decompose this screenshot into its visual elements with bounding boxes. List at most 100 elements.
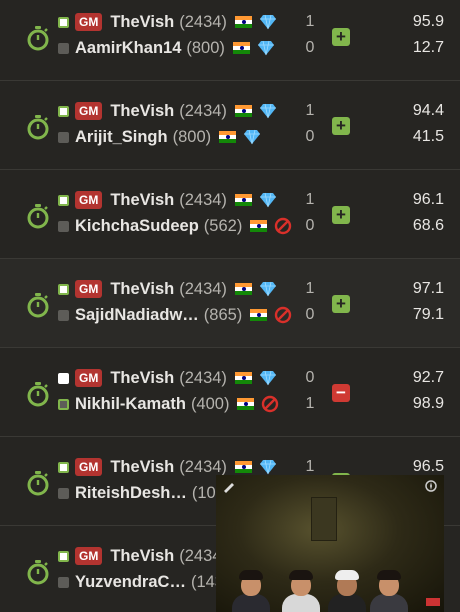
player-rating: (800) <box>186 38 225 57</box>
player-name[interactable]: TheVish <box>110 547 174 566</box>
piece-color-square <box>58 42 69 54</box>
ban-icon <box>262 395 279 413</box>
game-row[interactable]: GM TheVish (2434) 1 95.9 AamirKhan14 (800) 0 12.… <box>0 0 460 81</box>
diamond-icon <box>244 129 261 145</box>
bottom-player[interactable]: YuzvendraC… (143 <box>58 570 224 594</box>
game-row[interactable]: GM TheVish (2434) 1 96.1 KichchaSudeep (562) 0 6… <box>0 170 460 259</box>
title-badge: GM <box>75 191 103 209</box>
piece-color-square <box>58 487 69 499</box>
piece-color-square <box>58 461 69 473</box>
india-flag-icon <box>250 309 268 321</box>
game-score: 0 <box>305 369 315 386</box>
piece-color-square <box>58 105 69 117</box>
india-flag-icon <box>219 131 237 143</box>
diamond-icon <box>259 370 276 386</box>
game-score: 0 <box>305 217 315 234</box>
top-player[interactable]: GM TheVish (2434) <box>58 188 277 212</box>
diamond-icon <box>259 459 276 475</box>
bottom-player[interactable]: KichchaSudeep (562) <box>58 214 292 238</box>
plus-icon: + <box>332 295 350 313</box>
game-score: 1 <box>305 458 315 475</box>
diamond-icon <box>257 40 274 56</box>
accuracy-value: 97.1 <box>412 280 444 297</box>
india-flag-icon <box>232 42 250 54</box>
stopwatch-icon <box>27 293 49 318</box>
plus-icon: + <box>332 117 350 135</box>
ban-icon <box>275 217 292 235</box>
accuracy-value: 94.4 <box>412 102 444 119</box>
top-player[interactable]: GM TheVish (2434) <box>58 10 277 34</box>
webcam-overlay <box>216 475 444 612</box>
player-name[interactable]: TheVish <box>110 102 174 121</box>
title-badge: GM <box>75 13 103 31</box>
bottom-player[interactable]: SajidNadiadw… (865) <box>58 303 292 327</box>
player-name[interactable]: TheVish <box>110 13 174 32</box>
game-score: 1 <box>305 13 315 30</box>
piece-color-square <box>58 372 69 384</box>
game-row[interactable]: GM TheVish (2434) 1 94.4 Arijit_Singh (800) 0 41… <box>0 81 460 170</box>
stopwatch-icon <box>27 471 49 496</box>
player-name[interactable]: Arijit_Singh <box>75 128 168 147</box>
bottom-player[interactable]: Nikhil-Kamath (400) <box>58 392 279 416</box>
game-score: 0 <box>305 128 315 145</box>
diamond-icon <box>259 192 276 208</box>
player-rating: (2434) <box>179 279 227 298</box>
piece-color-square <box>58 16 69 28</box>
video-doorway <box>311 497 337 541</box>
game-row[interactable]: GM TheVish (2434) 1 97.1 SajidNadiadw… (865) 0 7… <box>0 259 460 348</box>
player-name[interactable]: RiteishDesh… <box>75 484 187 503</box>
piece-color-square <box>58 398 69 410</box>
player-name[interactable]: TheVish <box>110 369 174 388</box>
game-score: 1 <box>305 191 315 208</box>
player-name[interactable]: TheVish <box>110 280 174 299</box>
piece-color-square <box>58 194 69 206</box>
game-score: 1 <box>305 280 315 297</box>
minus-icon: − <box>332 384 350 402</box>
plus-icon: + <box>332 28 350 46</box>
player-name[interactable]: TheVish <box>110 458 174 477</box>
player-name[interactable]: AamirKhan14 <box>75 39 181 58</box>
accuracy-value: 96.5 <box>412 458 444 475</box>
player-name[interactable]: Nikhil-Kamath <box>75 395 186 414</box>
webcam-person-4 <box>366 570 412 612</box>
compass-icon <box>425 480 437 492</box>
accuracy-value: 96.1 <box>412 191 444 208</box>
player-rating: (2434) <box>179 12 227 31</box>
game-score: 1 <box>305 395 315 412</box>
stopwatch-icon <box>27 115 49 140</box>
player-name[interactable]: TheVish <box>110 191 174 210</box>
diamond-icon <box>259 103 276 119</box>
accuracy-value: 12.7 <box>412 39 444 56</box>
bottom-player[interactable]: Arijit_Singh (800) <box>58 125 261 149</box>
bottom-player[interactable]: AamirKhan14 (800) <box>58 36 275 60</box>
stopwatch-icon <box>27 26 49 51</box>
india-flag-icon <box>234 283 252 295</box>
india-flag-icon <box>234 372 252 384</box>
top-player[interactable]: GM TheVish (2434) <box>58 277 277 301</box>
player-name[interactable]: KichchaSudeep <box>75 217 199 236</box>
player-name[interactable]: SajidNadiadw… <box>75 306 199 325</box>
player-rating: (800) <box>172 127 212 146</box>
player-rating: (2434) <box>179 457 227 476</box>
player-rating: (400) <box>190 394 230 413</box>
india-flag-icon <box>234 461 252 473</box>
diamond-icon <box>259 14 276 30</box>
bottom-player[interactable]: RiteishDesh… (101 <box>58 481 225 505</box>
top-player[interactable]: GM TheVish (2434) <box>58 366 277 390</box>
title-badge: GM <box>75 458 103 476</box>
accuracy-value: 68.6 <box>412 217 444 234</box>
webcam-person-1 <box>228 570 274 612</box>
piece-color-square <box>58 220 69 232</box>
pencil-icon <box>224 483 234 493</box>
ban-icon <box>275 306 292 324</box>
india-flag-icon <box>250 220 268 232</box>
accuracy-value: 92.7 <box>412 369 444 386</box>
top-player[interactable]: GM TheVish (2434 <box>58 544 221 568</box>
top-player[interactable]: GM TheVish (2434) <box>58 99 277 123</box>
piece-color-square <box>58 131 69 143</box>
piece-color-square <box>58 550 69 562</box>
player-name[interactable]: YuzvendraC… <box>75 573 186 592</box>
piece-color-square <box>58 309 69 321</box>
game-row[interactable]: GM TheVish (2434) 0 92.7 Nikhil-Kamath (400) 1 9… <box>0 348 460 437</box>
webcam-person-3 <box>324 570 370 612</box>
